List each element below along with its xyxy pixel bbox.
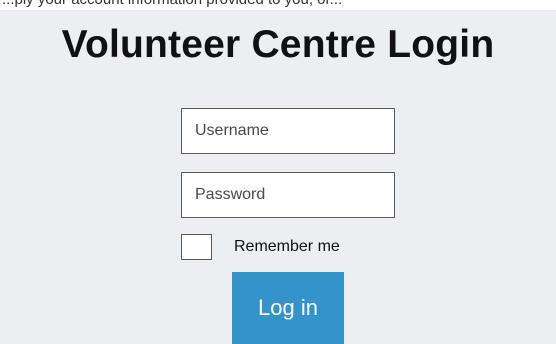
login-panel: Volunteer Centre Login Remember me Log i… [0, 10, 556, 344]
remember-me-checkbox[interactable] [181, 233, 212, 260]
remember-me-label[interactable]: Remember me [234, 238, 340, 256]
top-instruction-strip: ...ply your account information provided… [0, 0, 556, 10]
login-button[interactable]: Log in [232, 272, 344, 344]
remember-me-row: Remember me [181, 233, 340, 260]
password-input[interactable] [181, 172, 395, 218]
instruction-text: ...ply your account information provided… [2, 0, 342, 8]
page-title: Volunteer Centre Login [61, 23, 495, 66]
username-input[interactable] [181, 108, 395, 154]
